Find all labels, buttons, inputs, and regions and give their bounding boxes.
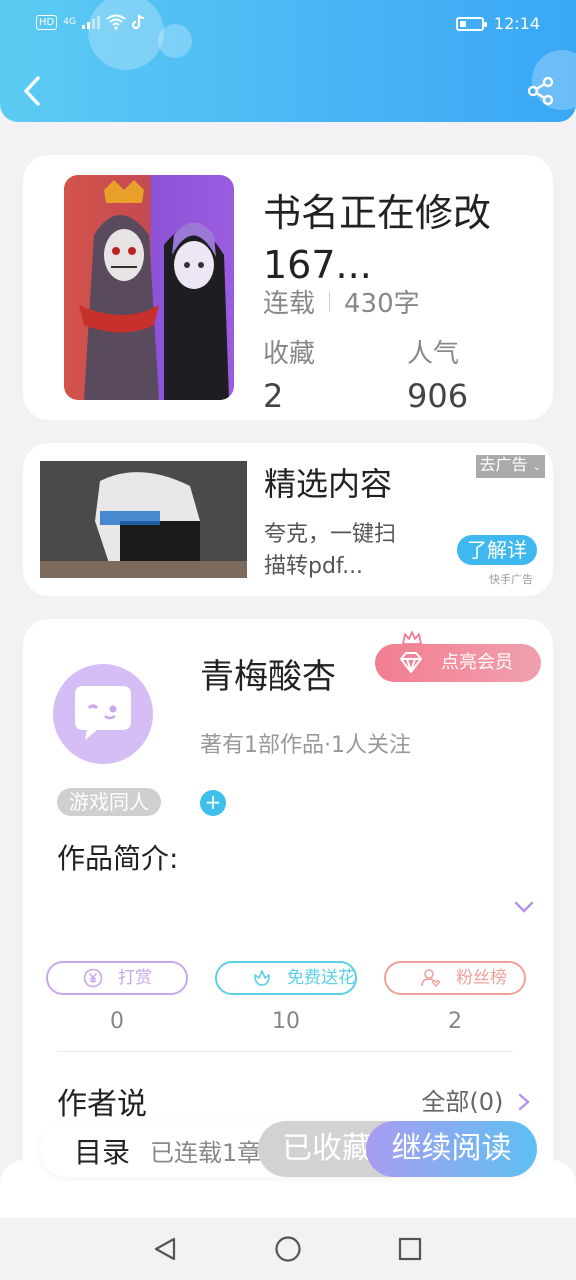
add-tag-button[interactable]: + bbox=[200, 790, 226, 816]
battery-icon bbox=[455, 16, 487, 31]
cover-illustration bbox=[79, 180, 229, 400]
status-time: 12:14 bbox=[493, 14, 540, 33]
back-button[interactable] bbox=[18, 74, 48, 108]
remove-ad-label: 去广告 bbox=[479, 455, 528, 474]
send-flower-label: 免费送花 bbox=[287, 968, 355, 988]
status-bar: HD 4G 12:14 bbox=[0, 12, 576, 40]
fans-icon bbox=[421, 969, 441, 987]
book-title: 书名正在修改167... bbox=[263, 191, 492, 287]
section-divider bbox=[57, 1051, 513, 1052]
crown-icon bbox=[402, 631, 422, 645]
favorites-value: 2 bbox=[263, 377, 284, 415]
popularity-label: 人气 bbox=[407, 339, 460, 369]
popularity-value: 906 bbox=[407, 377, 469, 415]
chat-bubble-icon bbox=[75, 686, 131, 740]
header-bar: HD 4G 12:14 bbox=[0, 0, 576, 122]
view-all-label: 全部(0) bbox=[421, 1088, 504, 1116]
ad-image[interactable] bbox=[40, 461, 247, 578]
serial-status: 连载 bbox=[263, 289, 316, 319]
share-icon bbox=[527, 76, 554, 106]
continue-reading-button[interactable]: 继续阅读 bbox=[366, 1121, 537, 1177]
network-badge: HD bbox=[36, 14, 58, 30]
diamond-icon bbox=[400, 652, 422, 673]
tiktok-icon bbox=[131, 14, 144, 30]
toc-button[interactable]: 目录 bbox=[74, 1131, 130, 1171]
vip-member-button[interactable]: 点亮会员 bbox=[375, 631, 541, 682]
ad-description: 夸克，一键扫描转pdf... bbox=[264, 522, 397, 579]
favorites-label: 收藏 bbox=[263, 339, 316, 369]
flower-count: 10 bbox=[272, 1009, 300, 1034]
reading-action-bar: 目录 已连载1章 已收藏 继续阅读 bbox=[40, 1121, 537, 1177]
send-flower-button[interactable]: 免费送花 bbox=[215, 961, 357, 995]
fan-ranking-button[interactable]: 粉丝榜 bbox=[384, 961, 526, 995]
book-cover-image[interactable] bbox=[64, 175, 234, 400]
flower-icon bbox=[254, 970, 270, 986]
nav-back-icon[interactable] bbox=[152, 1236, 178, 1262]
yuan-icon bbox=[83, 968, 103, 988]
ad-title: 精选内容 bbox=[264, 465, 393, 503]
ad-card[interactable]: 精选内容 夸克，一键扫描转pdf... 去广告 ⌄ 了解详 快手广告 bbox=[23, 443, 553, 596]
ad-video-thumbnail bbox=[40, 461, 247, 578]
signal-label: 4G bbox=[63, 17, 76, 27]
ad-cta-button[interactable]: 了解详 bbox=[457, 535, 537, 565]
nav-home-icon[interactable] bbox=[274, 1235, 302, 1263]
author-avatar[interactable] bbox=[53, 664, 153, 764]
wifi-icon bbox=[106, 14, 126, 30]
view-all-link[interactable]: 全部(0) bbox=[421, 1082, 531, 1117]
tip-button[interactable]: 打赏 bbox=[46, 961, 188, 995]
tip-label: 打赏 bbox=[118, 968, 152, 988]
book-status-row: 连载 430字 bbox=[263, 283, 420, 320]
remove-ad-button[interactable]: 去广告 ⌄ bbox=[475, 455, 545, 478]
share-button[interactable] bbox=[526, 76, 556, 106]
author-name[interactable]: 青梅酸杏 bbox=[200, 649, 336, 698]
signal-icon bbox=[81, 16, 100, 29]
tip-count: 0 bbox=[110, 1009, 124, 1034]
serial-progress: 已连载1章 bbox=[150, 1139, 262, 1167]
nav-recents-icon[interactable] bbox=[397, 1236, 423, 1262]
chevron-down-icon bbox=[514, 901, 534, 913]
genre-tag[interactable]: 游戏同人 bbox=[57, 788, 161, 816]
status-divider bbox=[329, 291, 331, 312]
system-nav-bar bbox=[0, 1218, 576, 1280]
author-stats: 著有1部作品·1人关注 bbox=[200, 733, 411, 758]
word-count: 430字 bbox=[344, 289, 420, 319]
author-says-title: 作者说 bbox=[57, 1087, 147, 1122]
chevron-right-icon bbox=[518, 1093, 530, 1111]
expand-intro-button[interactable] bbox=[513, 899, 535, 918]
ad-source-label: 快手广告 bbox=[489, 573, 533, 586]
fan-count: 2 bbox=[448, 1009, 462, 1034]
intro-label: 作品简介: bbox=[57, 842, 179, 875]
vip-member-label: 点亮会员 bbox=[441, 652, 513, 673]
chevron-left-icon bbox=[24, 76, 40, 106]
chevron-down-icon: ⌄ bbox=[532, 462, 541, 473]
fan-ranking-label: 粉丝榜 bbox=[456, 968, 507, 988]
book-info-card: 书名正在修改167... 连载 430字 收藏 人气 2 906 bbox=[23, 155, 553, 420]
